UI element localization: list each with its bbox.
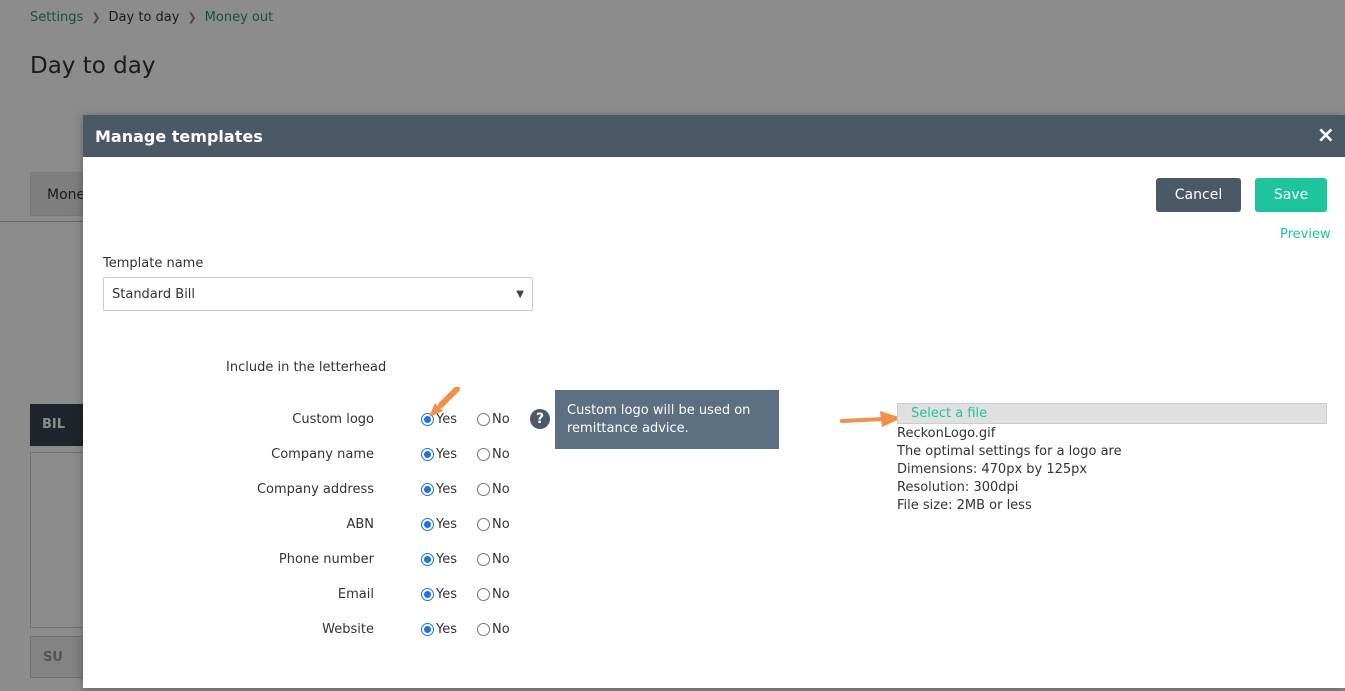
radio-yes-company-name[interactable]: Yes — [421, 447, 457, 462]
radio-label: Yes — [436, 517, 457, 532]
option-label: Website — [322, 622, 374, 637]
radio-circle-icon[interactable] — [421, 483, 434, 496]
option-label: Company name — [271, 447, 374, 462]
radio-no-email[interactable]: No — [477, 587, 510, 602]
radio-no-phone-number[interactable]: No — [477, 552, 510, 567]
radio-label: No — [492, 447, 510, 462]
option-label: ABN — [346, 517, 374, 532]
radio-no-abn[interactable]: No — [477, 517, 510, 532]
help-icon[interactable]: ? — [530, 409, 550, 429]
option-row-company-name: Company name Yes No — [83, 445, 523, 465]
radio-circle-icon[interactable] — [477, 588, 490, 601]
template-name-label: Template name — [103, 256, 204, 271]
caret-down-icon: ▼ — [516, 288, 524, 300]
radio-yes-phone-number[interactable]: Yes — [421, 552, 457, 567]
radio-label: Yes — [436, 552, 457, 567]
radio-no-custom-logo[interactable]: No — [477, 412, 510, 427]
file-name: ReckonLogo.gif — [897, 426, 996, 441]
radio-circle-icon[interactable] — [421, 518, 434, 531]
radio-no-company-address[interactable]: No — [477, 482, 510, 497]
radio-circle-icon[interactable] — [477, 483, 490, 496]
option-row-abn: ABN Yes No — [83, 515, 523, 535]
template-name-value: Standard Bill — [112, 286, 196, 302]
cancel-button[interactable]: Cancel — [1156, 178, 1241, 212]
radio-circle-icon[interactable] — [421, 448, 434, 461]
radio-label: No — [492, 552, 510, 567]
annotation-arrow-icon — [840, 411, 902, 427]
option-row-email: Email Yes No — [83, 585, 523, 605]
radio-yes-website[interactable]: Yes — [421, 622, 457, 637]
radio-label: Yes — [436, 587, 457, 602]
radio-label: No — [492, 412, 510, 427]
preview-link[interactable]: Preview — [1280, 227, 1331, 242]
radio-circle-icon[interactable] — [477, 553, 490, 566]
radio-no-company-name[interactable]: No — [477, 447, 510, 462]
radio-yes-email[interactable]: Yes — [421, 587, 457, 602]
modal-title: Manage templates — [95, 126, 263, 146]
custom-logo-tooltip: Custom logo will be used on remittance a… — [555, 390, 779, 449]
select-file-link[interactable]: Select a file — [911, 406, 987, 421]
option-row-phone-number: Phone number Yes No — [83, 550, 523, 570]
radio-no-website[interactable]: No — [477, 622, 510, 637]
option-row-website: Website Yes No — [83, 620, 523, 640]
radio-circle-icon[interactable] — [421, 623, 434, 636]
option-label: Email — [337, 587, 374, 602]
letterhead-heading: Include in the letterhead — [226, 360, 387, 375]
radio-label: No — [492, 517, 510, 532]
radio-label: No — [492, 587, 510, 602]
radio-label: Yes — [436, 622, 457, 637]
manage-templates-modal: Manage templates × Cancel Save Preview T… — [83, 115, 1345, 688]
template-name-select[interactable]: Standard Bill ▼ — [103, 277, 533, 311]
close-icon[interactable]: × — [1317, 125, 1335, 147]
radio-circle-icon[interactable] — [477, 518, 490, 531]
logo-info-line: Resolution: 300dpi — [897, 480, 1019, 495]
logo-file-info: ReckonLogo.gif The optimal settings for … — [897, 425, 1122, 515]
radio-label: No — [492, 622, 510, 637]
annotation-arrow-icon — [429, 387, 460, 417]
logo-info-line: File size: 2MB or less — [897, 498, 1032, 513]
option-label: Custom logo — [292, 412, 374, 427]
radio-circle-icon[interactable] — [477, 413, 490, 426]
modal-header: Manage templates × — [83, 115, 1345, 157]
radio-yes-abn[interactable]: Yes — [421, 517, 457, 532]
radio-circle-icon[interactable] — [477, 448, 490, 461]
radio-circle-icon[interactable] — [421, 553, 434, 566]
logo-info-line: The optimal settings for a logo are — [897, 444, 1122, 459]
file-select-bar[interactable]: Select a file — [897, 403, 1327, 424]
save-button[interactable]: Save — [1255, 178, 1327, 212]
radio-circle-icon[interactable] — [421, 588, 434, 601]
option-label: Phone number — [278, 552, 374, 567]
option-row-company-address: Company address Yes No — [83, 480, 523, 500]
radio-yes-company-address[interactable]: Yes — [421, 482, 457, 497]
radio-label: No — [492, 482, 510, 497]
logo-info-line: Dimensions: 470px by 125px — [897, 462, 1088, 477]
radio-label: Yes — [436, 447, 457, 462]
radio-label: Yes — [436, 482, 457, 497]
radio-circle-icon[interactable] — [477, 623, 490, 636]
option-label: Company address — [256, 482, 374, 497]
